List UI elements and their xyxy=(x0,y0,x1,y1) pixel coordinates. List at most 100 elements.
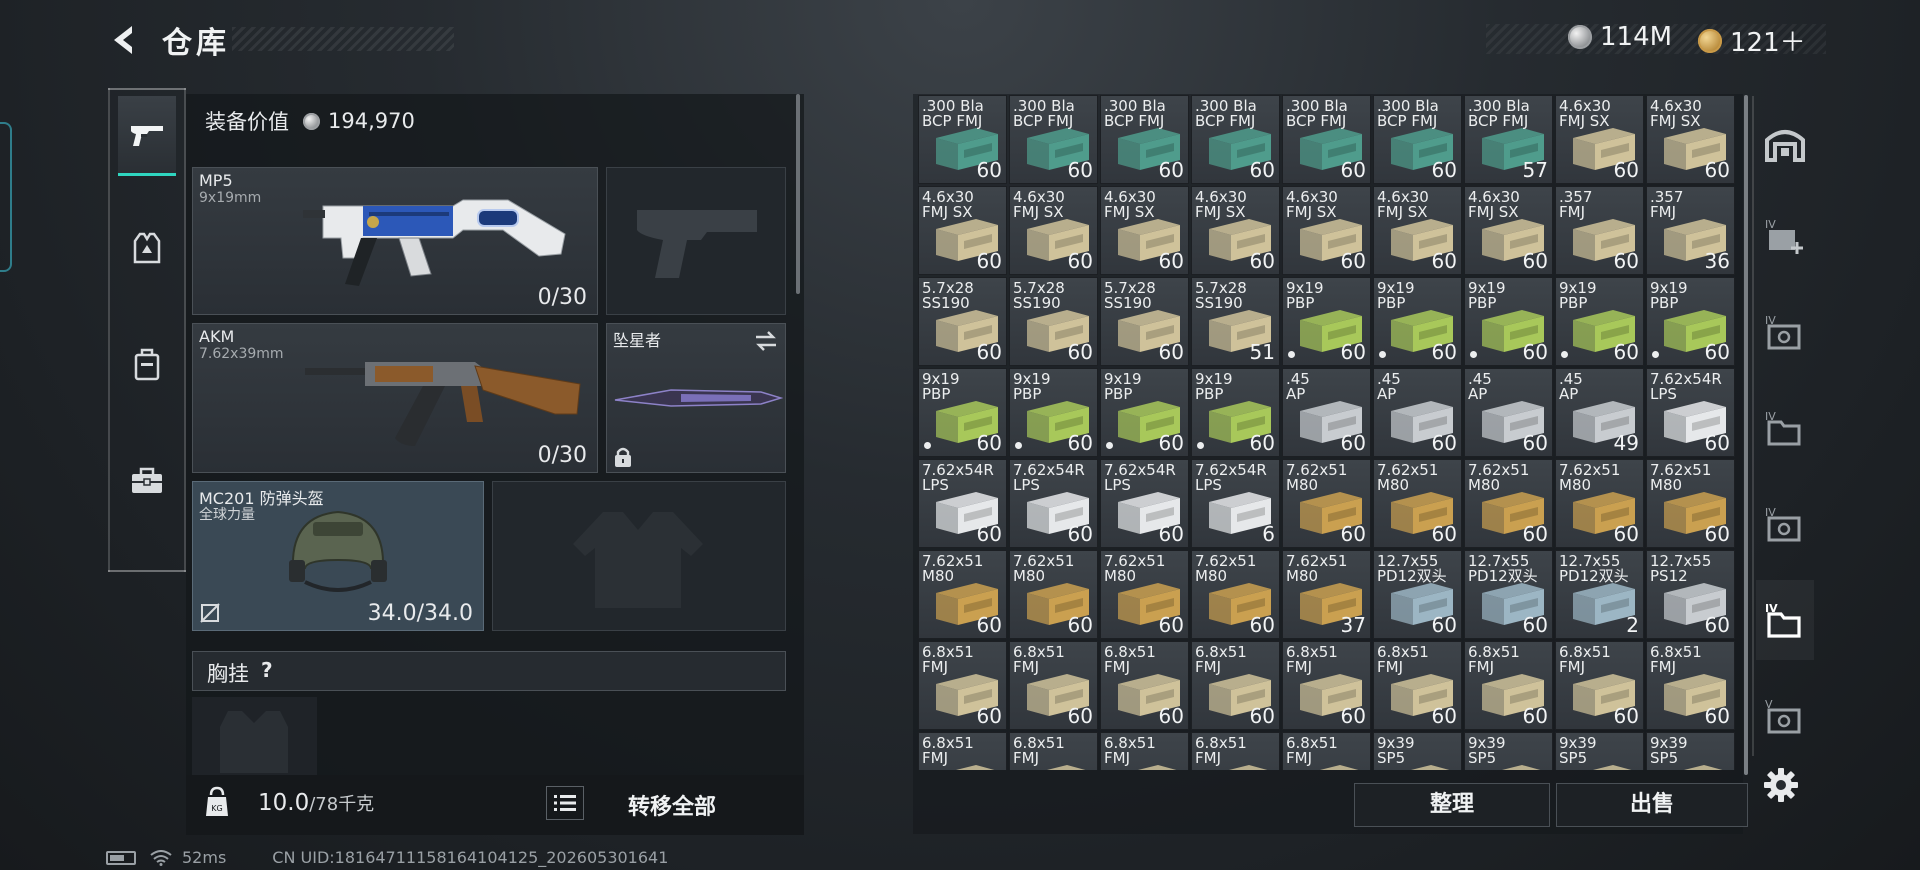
storage-item[interactable]: 7.62x54R LPS 60 xyxy=(918,459,1007,548)
storage-item[interactable]: 6.8x51 FMJ xyxy=(918,732,1007,770)
storage-tab-6[interactable]: V xyxy=(1756,676,1814,756)
storage-item[interactable]: 6.8x51 FMJ 60 xyxy=(1373,641,1462,730)
storage-tab-2[interactable]: IV xyxy=(1756,292,1814,372)
storage-item[interactable]: .300 Bla BCP FMJ 60 xyxy=(918,95,1007,184)
list-view-button[interactable] xyxy=(546,786,584,820)
storage-item[interactable]: 5.7x28 SS190 60 xyxy=(1009,277,1098,366)
storage-item[interactable]: 9x39 SP5 xyxy=(1555,732,1644,770)
storage-item[interactable]: .300 Bla BCP FMJ 57 xyxy=(1464,95,1553,184)
storage-item[interactable]: 9x19 PBP 60 xyxy=(1100,368,1189,457)
storage-item[interactable]: 7.62x51 M80 60 xyxy=(1282,459,1371,548)
storage-item[interactable]: 6.8x51 FMJ 60 xyxy=(1646,641,1735,730)
storage-item[interactable]: 6.8x51 FMJ 60 xyxy=(1464,641,1553,730)
storage-item[interactable]: 5.7x28 SS190 60 xyxy=(918,277,1007,366)
gold-currency[interactable]: 121＋ xyxy=(1698,22,1806,59)
storage-item[interactable]: 7.62x51 M80 60 xyxy=(1373,459,1462,548)
storage-item[interactable]: 6.8x51 FMJ 60 xyxy=(1191,641,1280,730)
storage-item[interactable]: 4.6x30 FMJ SX 60 xyxy=(1555,95,1644,184)
melee-slot[interactable]: 坠星者 xyxy=(606,323,786,473)
storage-item[interactable]: 7.62x51 M80 60 xyxy=(1100,550,1189,639)
storage-item[interactable]: 7.62x51 M80 60 xyxy=(1191,550,1280,639)
storage-item[interactable]: 12.7x55 PD12双头 60 xyxy=(1464,550,1553,639)
storage-item[interactable]: 7.62x51 M80 60 xyxy=(1009,550,1098,639)
storage-item[interactable]: 7.62x54R LPS 6 xyxy=(1191,459,1280,548)
equipment-scrollbar[interactable] xyxy=(796,94,800,294)
storage-tab-5[interactable]: IV xyxy=(1756,580,1814,660)
storage-item[interactable]: .357 FMJ 60 xyxy=(1555,186,1644,275)
storage-item[interactable]: 6.8x51 FMJ 60 xyxy=(918,641,1007,730)
storage-item[interactable]: 12.7x55 PD12双头 2 xyxy=(1555,550,1644,639)
storage-item[interactable]: .300 Bla BCP FMJ 60 xyxy=(1373,95,1462,184)
storage-item[interactable]: 5.7x28 SS190 51 xyxy=(1191,277,1280,366)
storage-item[interactable]: 9x19 PBP 60 xyxy=(1555,277,1644,366)
storage-item[interactable]: 7.62x54R LPS 60 xyxy=(1646,368,1735,457)
organize-button[interactable]: 整理 xyxy=(1354,783,1550,827)
storage-item[interactable]: 6.8x51 FMJ 60 xyxy=(1282,641,1371,730)
storage-item[interactable]: 4.6x30 FMJ SX 60 xyxy=(1191,186,1280,275)
storage-scrollbar[interactable] xyxy=(1744,95,1748,775)
storage-item[interactable]: 9x19 PBP 60 xyxy=(1009,368,1098,457)
primary-weapon-slot[interactable]: MP5 9x19mm 0/30 xyxy=(192,167,598,315)
pistol-slot[interactable] xyxy=(606,167,786,315)
help-icon[interactable]: ? xyxy=(261,658,273,682)
storage-item[interactable]: .300 Bla BCP FMJ 60 xyxy=(1100,95,1189,184)
back-arrow-icon[interactable] xyxy=(106,22,142,58)
storage-item[interactable]: 7.62x54R LPS 60 xyxy=(1100,459,1189,548)
storage-item[interactable]: 9x19 PBP 60 xyxy=(918,368,1007,457)
storage-item[interactable]: 12.7x55 PS12 60 xyxy=(1646,550,1735,639)
storage-item[interactable]: 6.8x51 FMJ 60 xyxy=(1009,641,1098,730)
storage-item[interactable]: 7.62x51 M80 60 xyxy=(1646,459,1735,548)
storage-item[interactable]: 6.8x51 FMJ 60 xyxy=(1555,641,1644,730)
nav-weapons[interactable] xyxy=(118,96,176,176)
storage-item[interactable]: .45 AP 49 xyxy=(1555,368,1644,457)
storage-item[interactable]: .357 FMJ 36 xyxy=(1646,186,1735,275)
storage-item[interactable]: 7.62x51 M80 60 xyxy=(1464,459,1553,548)
storage-item[interactable]: 9x19 PBP 60 xyxy=(1373,277,1462,366)
helmet-slot[interactable]: MC201 防弹头盔 全球力量 34.0/34.0 xyxy=(192,481,484,631)
nav-backpack[interactable] xyxy=(118,324,176,404)
left-edge-handle[interactable] xyxy=(0,122,12,272)
storage-item[interactable]: 7.62x51 M80 60 xyxy=(918,550,1007,639)
nav-armor[interactable] xyxy=(118,208,176,288)
storage-tab-main[interactable] xyxy=(1756,104,1814,184)
storage-item[interactable]: .300 Bla BCP FMJ 60 xyxy=(1282,95,1371,184)
storage-tab-4[interactable]: IV xyxy=(1756,484,1814,564)
storage-item[interactable]: 9x19 PBP 60 xyxy=(1646,277,1735,366)
storage-item[interactable]: .300 Bla BCP FMJ 60 xyxy=(1191,95,1280,184)
storage-tab-3[interactable]: IV xyxy=(1756,388,1814,468)
storage-item[interactable]: 4.6x30 FMJ SX 60 xyxy=(918,186,1007,275)
storage-item[interactable]: 9x39 SP5 xyxy=(1464,732,1553,770)
storage-item[interactable]: 6.8x51 FMJ 60 xyxy=(1100,641,1189,730)
storage-item[interactable]: 9x19 PBP 60 xyxy=(1464,277,1553,366)
storage-item[interactable]: 12.7x55 PD12双头 60 xyxy=(1373,550,1462,639)
storage-item[interactable]: 7.62x51 M80 60 xyxy=(1555,459,1644,548)
storage-item[interactable]: 9x39 SP5 xyxy=(1373,732,1462,770)
nav-case[interactable] xyxy=(118,440,176,520)
storage-item[interactable]: 4.6x30 FMJ SX 60 xyxy=(1646,95,1735,184)
storage-item[interactable]: 9x19 PBP 60 xyxy=(1191,368,1280,457)
storage-item[interactable]: 4.6x30 FMJ SX 60 xyxy=(1009,186,1098,275)
storage-item[interactable]: 7.62x51 M80 37 xyxy=(1282,550,1371,639)
body-armor-slot[interactable] xyxy=(492,481,786,631)
gear-icon[interactable] xyxy=(1762,766,1800,804)
storage-item[interactable]: 4.6x30 FMJ SX 60 xyxy=(1464,186,1553,275)
storage-item[interactable]: .45 AP 60 xyxy=(1464,368,1553,457)
storage-item[interactable]: 9x39 SP5 xyxy=(1646,732,1735,770)
storage-item[interactable]: .45 AP 60 xyxy=(1282,368,1371,457)
storage-item[interactable]: 6.8x51 FMJ xyxy=(1100,732,1189,770)
storage-item[interactable]: 6.8x51 FMJ xyxy=(1009,732,1098,770)
chest-rig-slot[interactable] xyxy=(192,697,317,787)
transfer-all-button[interactable]: 转移全部 xyxy=(628,789,716,821)
sell-button[interactable]: 出售 xyxy=(1556,783,1748,827)
storage-item[interactable]: 4.6x30 FMJ SX 60 xyxy=(1282,186,1371,275)
storage-tab-1[interactable]: IV xyxy=(1756,196,1814,276)
swap-icon[interactable] xyxy=(753,330,779,352)
storage-item[interactable]: .45 AP 60 xyxy=(1373,368,1462,457)
storage-item[interactable]: 7.62x54R LPS 60 xyxy=(1009,459,1098,548)
storage-item[interactable]: 6.8x51 FMJ xyxy=(1282,732,1371,770)
storage-item[interactable]: 6.8x51 FMJ xyxy=(1191,732,1280,770)
storage-item[interactable]: 4.6x30 FMJ SX 60 xyxy=(1373,186,1462,275)
storage-item[interactable]: 5.7x28 SS190 60 xyxy=(1100,277,1189,366)
secondary-weapon-slot[interactable]: AKM 7.62x39mm 0/30 xyxy=(192,323,598,473)
storage-item[interactable]: .300 Bla BCP FMJ 60 xyxy=(1009,95,1098,184)
